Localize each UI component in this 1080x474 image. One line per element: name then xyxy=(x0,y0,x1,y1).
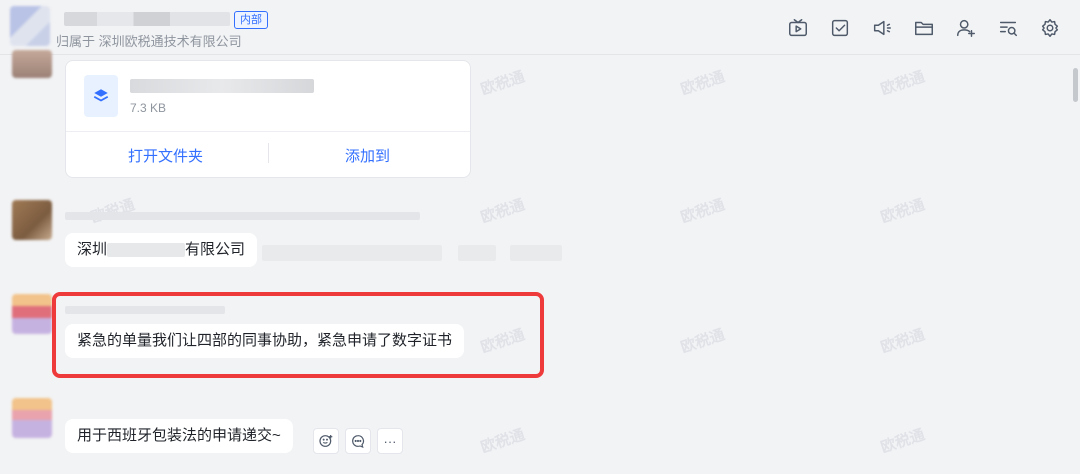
message-bubble[interactable]: 深圳 有限公司 xyxy=(65,233,258,267)
header-toolbar xyxy=(784,14,1064,42)
watermark: 欧税通 xyxy=(678,326,727,357)
message-actions: ··· xyxy=(313,428,403,454)
sender-avatar[interactable] xyxy=(12,50,52,78)
watermark: 欧税通 xyxy=(878,426,927,457)
group-avatar[interactable] xyxy=(10,6,50,46)
message-text-prefix: 深圳 xyxy=(77,241,108,258)
message-text-suffix: 有限公司 xyxy=(185,241,246,258)
watermark: 欧税通 xyxy=(478,196,527,227)
internal-badge: 内部 xyxy=(234,11,268,29)
open-folder-button[interactable]: 打开文件夹 xyxy=(128,145,203,166)
search-history-icon[interactable] xyxy=(994,14,1022,42)
more-options-icon[interactable]: ··· xyxy=(377,428,403,454)
tv-icon[interactable] xyxy=(784,14,812,42)
sender-avatar[interactable] xyxy=(12,398,52,438)
scrollbar[interactable] xyxy=(1073,68,1078,102)
settings-icon[interactable] xyxy=(1036,14,1064,42)
file-size: 7.3 KB xyxy=(130,101,167,115)
watermark: 欧税通 xyxy=(678,68,727,99)
reaction-add-icon[interactable] xyxy=(313,428,339,454)
add-to-button[interactable]: 添加到 xyxy=(345,145,390,166)
sender-avatar[interactable] xyxy=(12,200,52,240)
chat-header: 内部 归属于 深圳欧税通技术有限公司 xyxy=(0,0,1080,55)
button-separator xyxy=(268,143,269,163)
reply-icon[interactable] xyxy=(345,428,371,454)
watermark: 欧税通 xyxy=(478,426,527,457)
group-title[interactable] xyxy=(64,12,230,26)
document-icon xyxy=(84,75,118,117)
task-check-icon[interactable] xyxy=(826,14,854,42)
sender-name xyxy=(65,212,420,220)
watermark: 欧税通 xyxy=(878,326,927,357)
watermark: 欧税通 xyxy=(878,68,927,99)
message-text: 用于西班牙包装法的申请递交~ xyxy=(77,427,281,444)
watermark: 欧税通 xyxy=(878,196,927,227)
card-divider xyxy=(66,131,470,132)
redacted-text xyxy=(458,245,496,261)
watermark: 欧税通 xyxy=(678,196,727,227)
redacted-text xyxy=(510,245,562,261)
redacted-text xyxy=(107,243,186,258)
announcement-icon[interactable] xyxy=(868,14,896,42)
group-subtitle: 归属于 深圳欧税通技术有限公司 xyxy=(56,34,242,49)
file-card[interactable]: 7.3 KB 打开文件夹 添加到 xyxy=(65,60,471,178)
highlight-frame xyxy=(52,292,544,378)
add-member-icon[interactable] xyxy=(952,14,980,42)
watermark: 欧税通 xyxy=(88,194,137,228)
message-bubble[interactable]: 用于西班牙包装法的申请递交~ xyxy=(65,419,293,453)
folder-icon[interactable] xyxy=(910,14,938,42)
sender-avatar[interactable] xyxy=(12,294,52,334)
watermark: 欧税通 xyxy=(478,68,527,99)
redacted-text xyxy=(262,245,442,261)
file-name xyxy=(130,79,314,93)
